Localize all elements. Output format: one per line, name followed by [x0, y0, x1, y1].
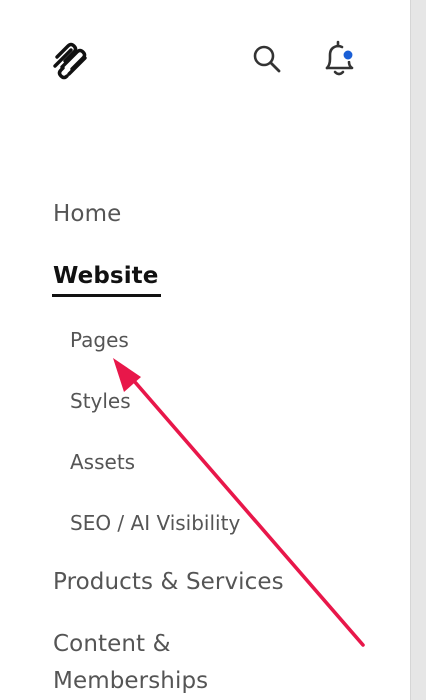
notification-dot [342, 49, 354, 61]
nav-item-content-memberships-line2[interactable]: Memberships [53, 667, 208, 697]
nav-item-products-services[interactable]: Products & Services [53, 568, 284, 598]
squarespace-logo-icon[interactable] [49, 40, 93, 80]
nav-subitem-seo[interactable]: SEO / AI Visibility [70, 510, 240, 536]
scrollbar-track[interactable] [410, 0, 426, 700]
notification-bell-icon[interactable] [318, 38, 360, 80]
sidebar-panel: Home Website Pages Styles Assets SEO / A… [0, 0, 426, 700]
nav-subitem-assets[interactable]: Assets [70, 449, 135, 475]
nav-subitem-pages[interactable]: Pages [70, 327, 129, 353]
nav-subitem-styles[interactable]: Styles [70, 388, 131, 414]
search-icon[interactable] [250, 42, 284, 76]
nav-item-home[interactable]: Home [53, 200, 121, 230]
nav-item-content-memberships-line1[interactable]: Content & [53, 630, 171, 660]
active-indicator [52, 294, 161, 297]
nav-item-website[interactable]: Website [53, 262, 158, 292]
